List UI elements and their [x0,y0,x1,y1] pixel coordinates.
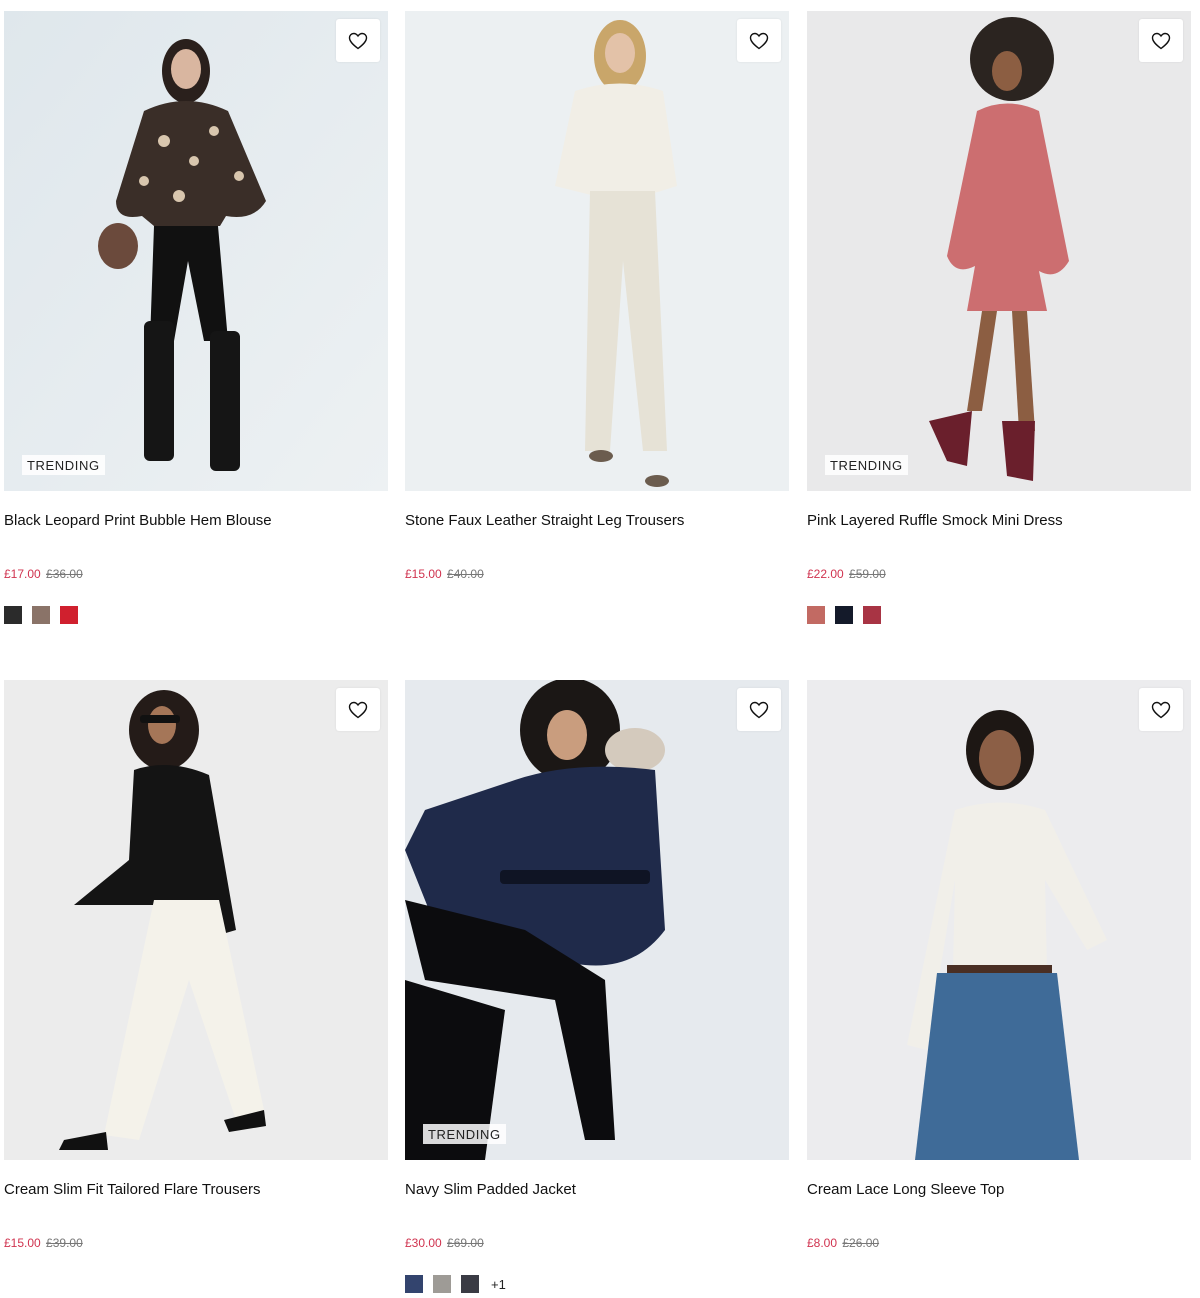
product-image[interactable] [807,680,1191,1160]
sale-price: £17.00 [4,567,41,581]
color-swatch[interactable] [4,606,22,624]
wishlist-button[interactable] [1139,19,1183,62]
heart-icon [749,701,769,718]
color-swatches [4,1275,388,1293]
product-photo [405,680,789,1160]
product-title[interactable]: Cream Slim Fit Tailored Flare Trousers [4,1181,388,1199]
color-swatch[interactable] [433,1275,451,1293]
sale-price: £15.00 [405,567,442,581]
color-swatch[interactable] [32,606,50,624]
product-card[interactable]: Stone Faux Leather Straight Leg Trousers… [405,11,789,624]
color-swatch[interactable] [835,606,853,624]
product-image[interactable]: TRENDING [807,11,1191,491]
sale-price: £30.00 [405,1236,442,1250]
heart-icon [348,32,368,49]
original-price: £59.00 [849,567,886,581]
product-title[interactable]: Black Leopard Print Bubble Hem Blouse [4,512,388,530]
price: £17.00 £36.00 [4,567,388,581]
heart-icon [749,32,769,49]
product-image[interactable]: TRENDING [405,680,789,1160]
color-swatch[interactable] [863,606,881,624]
product-title[interactable]: Pink Layered Ruffle Smock Mini Dress [807,512,1191,530]
price: £8.00 £26.00 [807,1236,1191,1250]
product-title[interactable]: Stone Faux Leather Straight Leg Trousers [405,512,789,530]
product-card[interactable]: Cream Slim Fit Tailored Flare Trousers £… [4,680,388,1293]
price: £30.00 £69.00 [405,1236,789,1250]
product-title[interactable]: Cream Lace Long Sleeve Top [807,1181,1191,1199]
more-colors-count[interactable]: +1 [491,1277,506,1292]
price: £15.00 £39.00 [4,1236,388,1250]
trending-badge: TRENDING [22,455,105,475]
original-price: £39.00 [46,1236,83,1250]
product-title[interactable]: Navy Slim Padded Jacket [405,1181,789,1199]
color-swatches: +1 [405,1275,789,1293]
wishlist-button[interactable] [737,19,781,62]
sale-price: £8.00 [807,1236,838,1250]
product-photo [807,680,1191,1160]
heart-icon [1151,32,1171,49]
trending-badge: TRENDING [825,455,908,475]
wishlist-button[interactable] [336,688,380,731]
wishlist-button[interactable] [336,19,380,62]
trending-badge: TRENDING [423,1124,506,1144]
color-swatch[interactable] [60,606,78,624]
original-price: £40.00 [447,567,484,581]
product-card[interactable]: TRENDING Pink Layered Ruffle Smock Mini … [807,11,1191,624]
color-swatch[interactable] [461,1275,479,1293]
color-swatch[interactable] [405,1275,423,1293]
sale-price: £15.00 [4,1236,41,1250]
color-swatch[interactable] [807,606,825,624]
sale-price: £22.00 [807,567,844,581]
original-price: £69.00 [447,1236,484,1250]
product-grid: TRENDING Black Leopard Print Bubble Hem … [0,0,1200,1298]
original-price: £26.00 [842,1236,880,1250]
product-photo [807,11,1191,491]
heart-icon [348,701,368,718]
product-image[interactable]: TRENDING [4,11,388,491]
product-photo [405,11,789,491]
original-price: £36.00 [46,567,83,581]
product-photo [4,680,388,1160]
color-swatches [807,1275,1191,1293]
heart-icon [1151,701,1171,718]
product-image[interactable] [405,11,789,491]
product-card[interactable]: TRENDING Black Leopard Print Bubble Hem … [4,11,388,624]
product-image[interactable] [4,680,388,1160]
color-swatches [807,606,1191,624]
price: £22.00 £59.00 [807,567,1191,581]
color-swatches [405,606,789,624]
price: £15.00 £40.00 [405,567,789,581]
color-swatches [4,606,388,624]
product-card[interactable]: Cream Lace Long Sleeve Top £8.00 £26.00 [807,680,1191,1293]
wishlist-button[interactable] [1139,688,1183,731]
wishlist-button[interactable] [737,688,781,731]
product-card[interactable]: TRENDING Navy Slim Padded Jacket £30.00 … [405,680,789,1293]
product-photo [4,11,388,491]
